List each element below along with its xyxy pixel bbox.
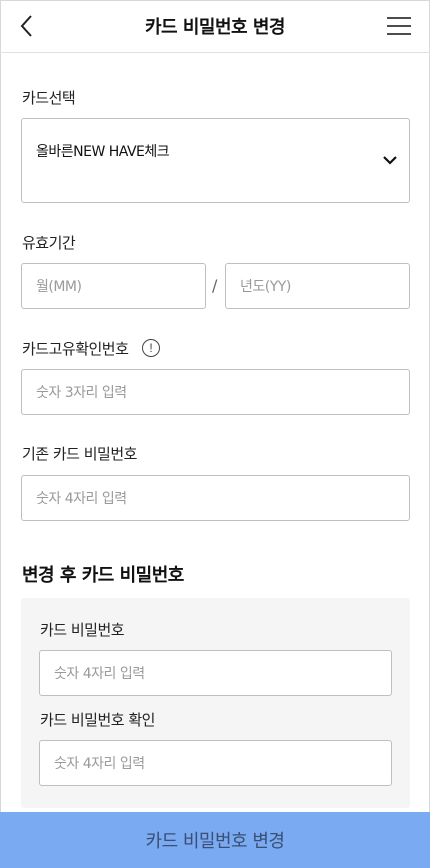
hamburger-menu-icon	[387, 17, 411, 35]
info-icon[interactable]: !	[142, 339, 160, 357]
cvc-placeholder: 숫자 3자리 입력	[36, 385, 127, 401]
expiry-year-placeholder: 년도(YY)	[240, 279, 291, 295]
card-select-dropdown[interactable]: 올바른NEW HAVE체크	[21, 118, 410, 203]
expiry-year-input[interactable]: 년도(YY)	[225, 263, 410, 309]
confirm-pin-label: 카드 비밀번호 확인	[40, 711, 155, 729]
page-title: 카드 비밀번호 변경	[144, 17, 286, 38]
app-header: 카드 비밀번호 변경	[0, 0, 430, 53]
expiry-month-placeholder: 월(MM)	[36, 279, 82, 295]
card-select-value: 올바른NEW HAVE체크	[36, 144, 170, 160]
chevron-left-icon	[20, 15, 32, 37]
confirm-pin-input[interactable]: 숫자 4자리 입력	[39, 740, 392, 786]
expiry-separator: /	[212, 276, 218, 295]
cvc-input[interactable]: 숫자 3자리 입력	[21, 369, 410, 415]
confirm-pin-placeholder: 숫자 4자리 입력	[54, 756, 145, 772]
menu-button[interactable]	[386, 14, 412, 40]
old-pin-input[interactable]: 숫자 4자리 입력	[21, 475, 410, 521]
new-pin-section-title: 변경 후 카드 비밀번호	[22, 565, 184, 586]
new-pin-label: 카드 비밀번호	[40, 621, 125, 639]
expiry-month-input[interactable]: 월(MM)	[21, 263, 206, 309]
new-pin-placeholder: 숫자 4자리 입력	[54, 666, 145, 682]
old-pin-placeholder: 숫자 4자리 입력	[36, 491, 127, 507]
chevron-down-icon	[383, 156, 397, 165]
expiry-label: 유효기간	[22, 234, 76, 252]
card-select-label: 카드선택	[22, 89, 76, 107]
new-pin-input[interactable]: 숫자 4자리 입력	[39, 650, 392, 696]
change-pin-button-label: 카드 비밀번호 변경	[145, 831, 285, 852]
back-button[interactable]	[14, 12, 42, 40]
old-pin-label: 기존 카드 비밀번호	[22, 445, 137, 463]
change-pin-button[interactable]: 카드 비밀번호 변경	[0, 812, 430, 868]
cvc-label: 카드고유확인번호	[22, 340, 129, 358]
